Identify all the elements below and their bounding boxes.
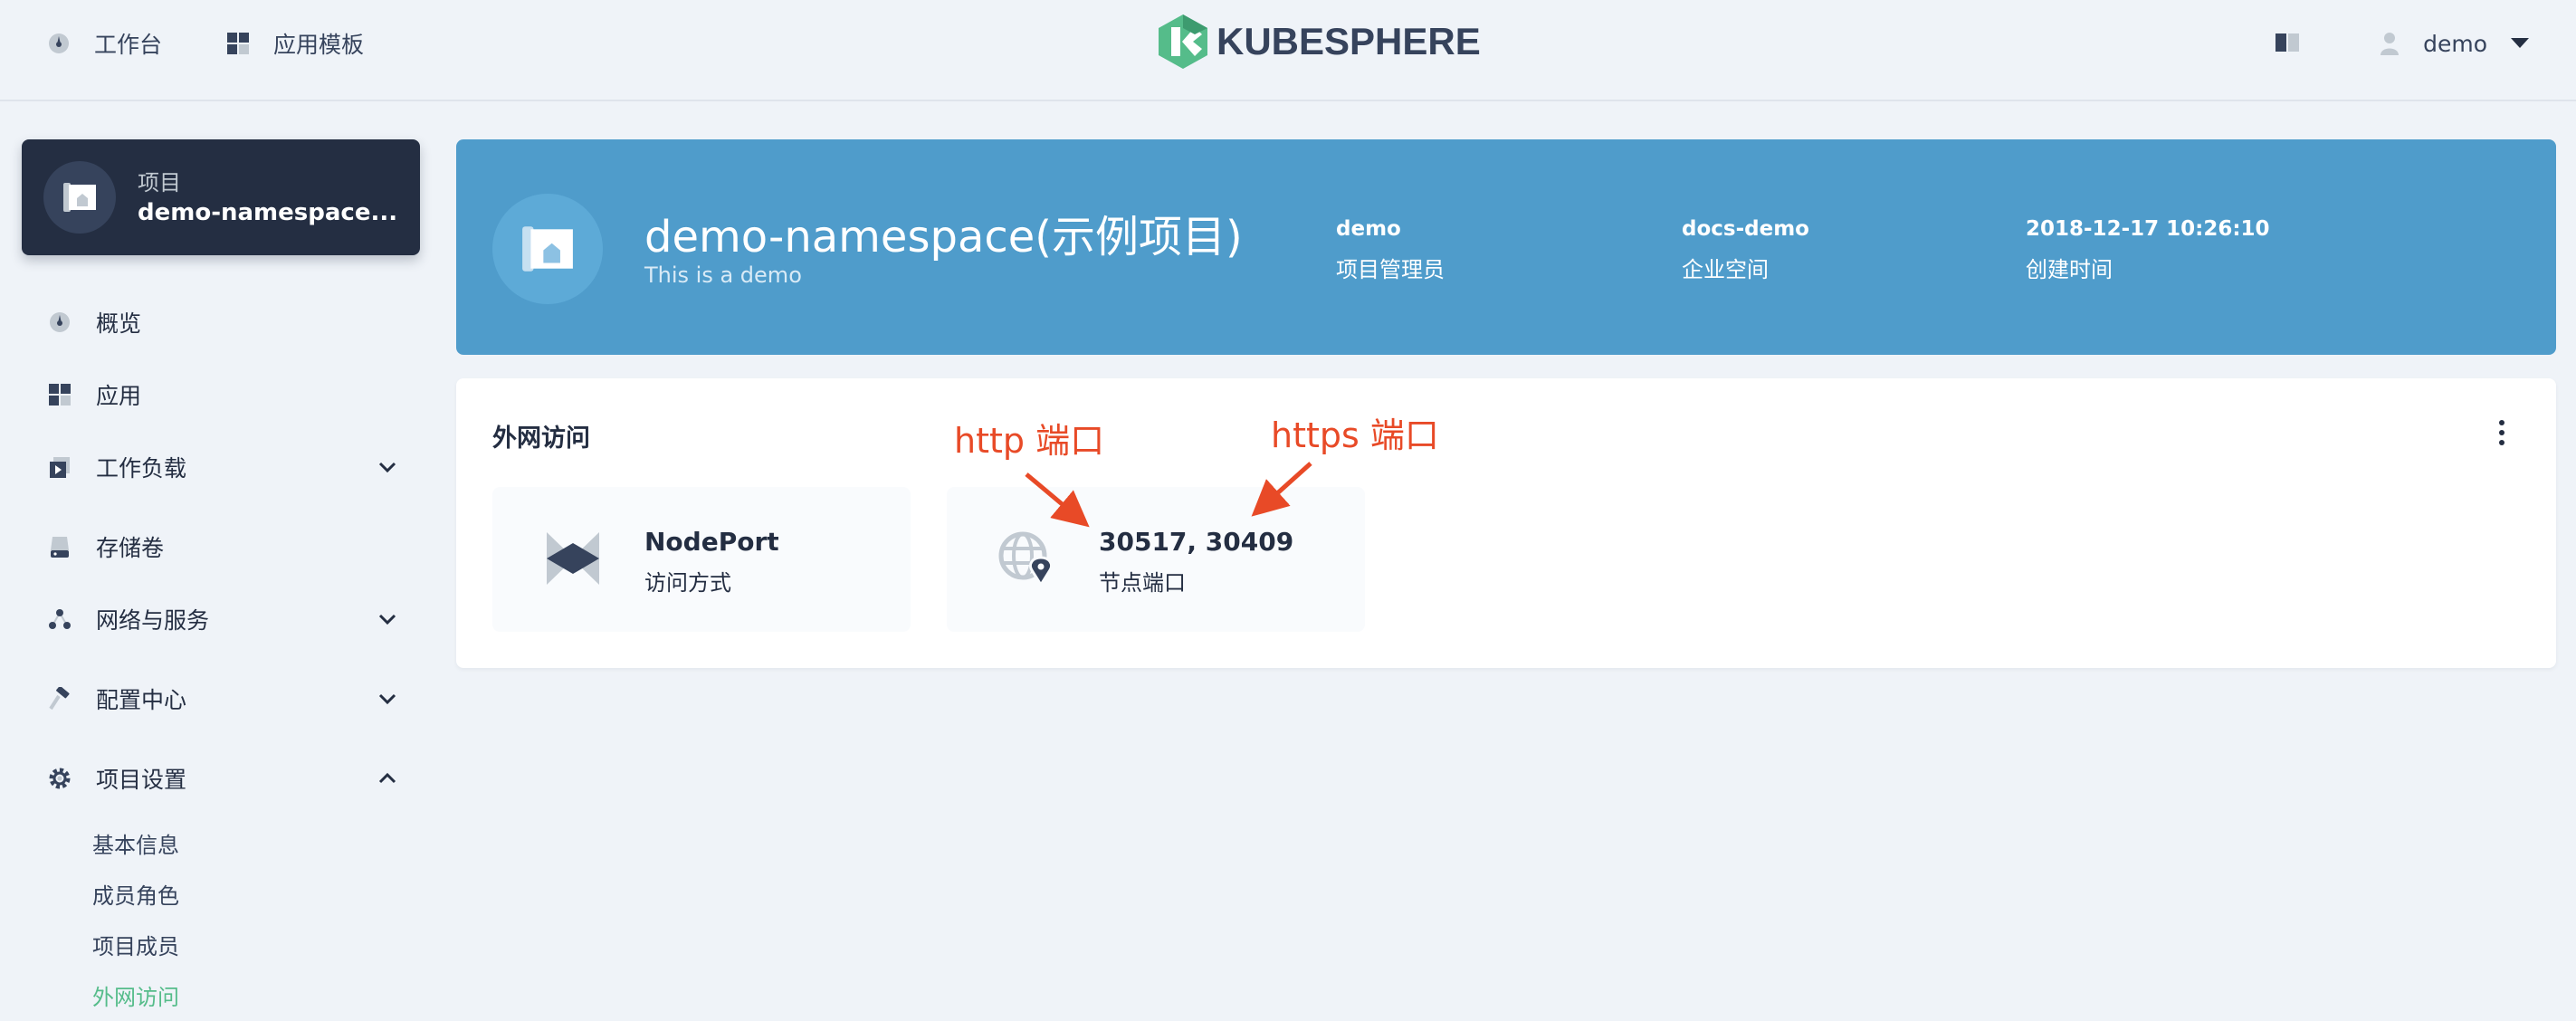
chevron-down-icon[interactable] xyxy=(375,686,400,711)
nav-workbench[interactable]: 工作台 xyxy=(45,25,162,62)
nodeport-icon xyxy=(547,532,599,585)
https-port-annotation: https 端口 xyxy=(1271,415,1439,455)
caret-down-icon xyxy=(2511,38,2529,49)
kubesphere-logo-icon xyxy=(1159,14,1207,69)
docs-book-icon[interactable] xyxy=(2274,31,2301,58)
node-port-tile: 30517, 30409 节点端口 xyxy=(947,487,1365,632)
chevron-down-icon[interactable] xyxy=(375,454,400,480)
project-manager-label: 项目管理员 xyxy=(1336,257,1445,282)
card-title: 外网访问 xyxy=(492,425,590,453)
page-title: demo-namespace(示例项目) xyxy=(644,212,1243,262)
sidebar-subitem-external-access[interactable]: 外网访问 xyxy=(92,979,179,1011)
storage-icon xyxy=(47,534,72,559)
workload-icon xyxy=(47,454,72,480)
workspace-label: 企业空间 xyxy=(1682,257,1769,282)
access-method-label: 访问方式 xyxy=(644,570,731,596)
sidebar-item-label: 网络与服务 xyxy=(96,607,210,634)
project-description: This is a demo xyxy=(644,262,802,288)
node-port-label: 节点端口 xyxy=(1099,570,1186,596)
sidebar-item-overview[interactable]: 概览 xyxy=(47,302,400,342)
sidebar-item-label: 配置中心 xyxy=(96,687,187,713)
gear-icon xyxy=(47,766,72,791)
top-bar: 工作台 应用模板 KUBESPHERE demo xyxy=(0,0,2576,101)
hammer-icon xyxy=(47,686,72,711)
apps-icon xyxy=(47,382,72,407)
network-icon xyxy=(47,606,72,632)
globe-pin-icon xyxy=(998,531,1054,587)
sidebar-subitem-project-members[interactable]: 项目成员 xyxy=(92,929,179,960)
sidebar-item-label: 项目设置 xyxy=(96,767,187,793)
sidebar-subitem-member-roles[interactable]: 成员角色 xyxy=(92,878,179,910)
project-banner: demo-namespace(示例项目) This is a demo demo… xyxy=(456,139,2556,355)
project-name: demo-namespace... xyxy=(138,199,398,226)
logo-text: KUBESPHERE xyxy=(1216,20,1481,62)
access-method-value: NodePort xyxy=(644,527,779,557)
project-manager-value: demo xyxy=(1336,217,1401,241)
sidebar-item-label: 工作负载 xyxy=(96,455,187,482)
sidebar-item-workloads[interactable]: 工作负载 xyxy=(47,447,400,487)
project-icon xyxy=(492,194,603,304)
user-menu[interactable]: demo xyxy=(2380,25,2529,62)
workspace-value: docs-demo xyxy=(1682,217,1809,241)
nav-app-templates-label: 应用模板 xyxy=(273,32,365,58)
sidebar-item-network[interactable]: 网络与服务 xyxy=(47,599,400,639)
sidebar-item-label: 存储卷 xyxy=(96,535,165,561)
kubesphere-logo[interactable]: KUBESPHERE xyxy=(1159,14,1481,69)
project-icon xyxy=(43,161,116,234)
sidebar-item-label: 应用 xyxy=(96,383,142,409)
sidebar-item-config[interactable]: 配置中心 xyxy=(47,679,400,719)
nav-workbench-label: 工作台 xyxy=(94,32,163,58)
external-access-card: 外网访问 NodePort 访问方式 30517, 30409 节点端口 xyxy=(456,378,2556,668)
created-time-label: 创建时间 xyxy=(2026,257,2113,282)
chevron-down-icon[interactable] xyxy=(375,606,400,632)
http-port-annotation: http 端口 xyxy=(954,421,1105,461)
sidebar-subitem-basic-info[interactable]: 基本信息 xyxy=(92,827,179,859)
dashboard-icon xyxy=(45,30,72,57)
created-time-value: 2018-12-17 10:26:10 xyxy=(2026,217,2270,241)
user-icon xyxy=(2380,31,2399,56)
user-name: demo xyxy=(2423,30,2487,57)
app-template-icon xyxy=(224,30,252,57)
node-port-value: 30517, 30409 xyxy=(1099,527,1294,557)
project-label: 项目 xyxy=(138,170,181,196)
sidebar-item-apps[interactable]: 应用 xyxy=(47,375,400,415)
more-options-icon[interactable] xyxy=(2484,415,2520,451)
chevron-up-icon[interactable] xyxy=(375,766,400,791)
access-method-tile: NodePort 访问方式 xyxy=(492,487,911,632)
project-card[interactable]: 项目 demo-namespace... xyxy=(22,139,420,255)
sidebar-item-volumes[interactable]: 存储卷 xyxy=(47,527,400,567)
sidebar-item-project-settings[interactable]: 项目设置 xyxy=(47,759,400,798)
dashboard-icon xyxy=(47,310,72,335)
nav-app-templates[interactable]: 应用模板 xyxy=(224,25,364,62)
sidebar-item-label: 概览 xyxy=(96,310,142,337)
